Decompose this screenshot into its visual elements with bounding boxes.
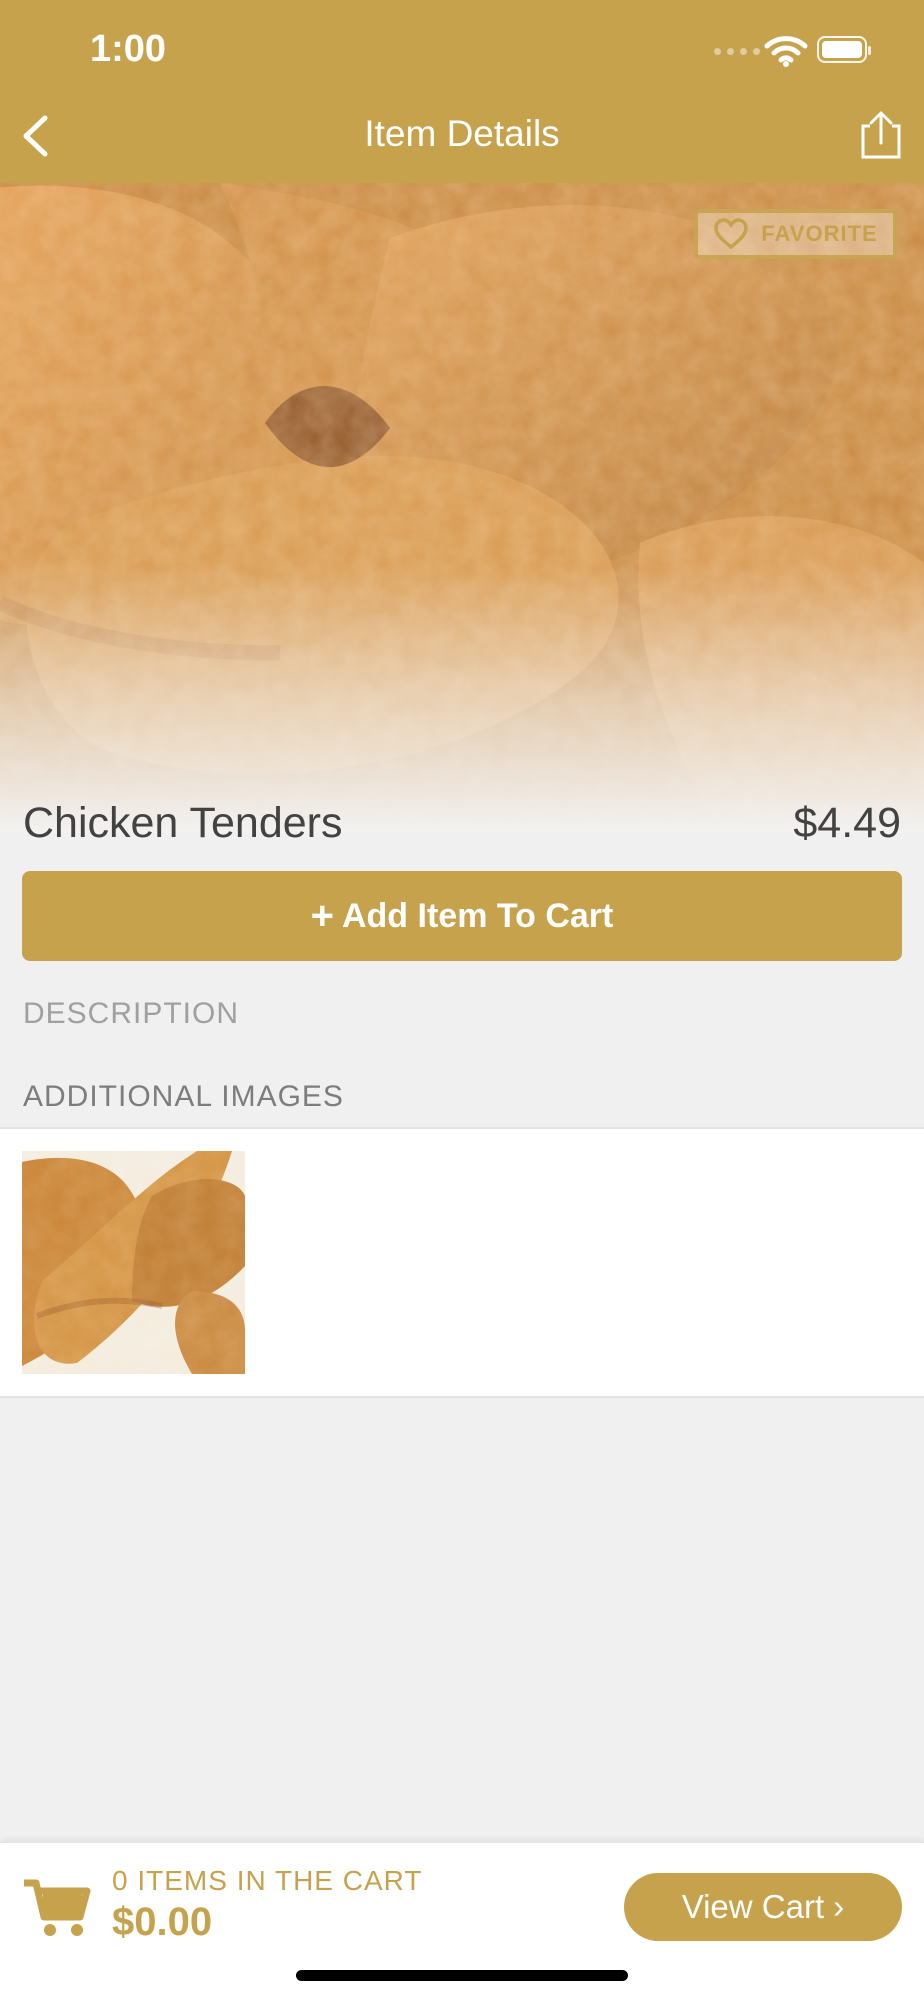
share-icon[interactable] <box>858 109 904 161</box>
heart-icon <box>714 218 749 250</box>
hero-image-fade <box>0 563 924 833</box>
cart-item-count: 0 ITEMS IN THE CART <box>112 1865 423 1896</box>
plus-icon: + <box>310 894 334 938</box>
top-navigation-bar: 1:00 Item Details <box>0 0 924 183</box>
cart-icon[interactable] <box>22 1877 92 1939</box>
description-label: DESCRIPTION <box>23 997 240 1030</box>
page-title: Item Details <box>364 113 560 154</box>
additional-images-list <box>0 1127 924 1398</box>
favorite-label: FAVORITE <box>761 221 878 246</box>
favorite-button[interactable]: FAVORITE <box>694 209 897 259</box>
home-indicator[interactable] <box>296 1970 628 1981</box>
add-item-label: Add Item To Cart <box>341 896 614 935</box>
item-price: $4.49 <box>793 799 901 847</box>
item-hero-image <box>0 183 924 833</box>
cart-total: $0.00 <box>112 1900 213 1944</box>
view-cart-button[interactable]: View Cart › <box>624 1873 902 1941</box>
item-name: Chicken Tenders <box>23 799 343 847</box>
cellular-signal-icon <box>714 48 760 55</box>
wifi-icon <box>764 36 808 67</box>
additional-image-thumbnail[interactable] <box>22 1151 245 1374</box>
add-item-to-cart-button[interactable]: + Add Item To Cart <box>22 871 902 961</box>
battery-icon <box>817 36 871 63</box>
status-time: 1:00 <box>90 28 167 70</box>
chicken-tenders-thumbnail-image <box>22 1151 245 1374</box>
additional-images-label: ADDITIONAL IMAGES <box>23 1080 344 1113</box>
